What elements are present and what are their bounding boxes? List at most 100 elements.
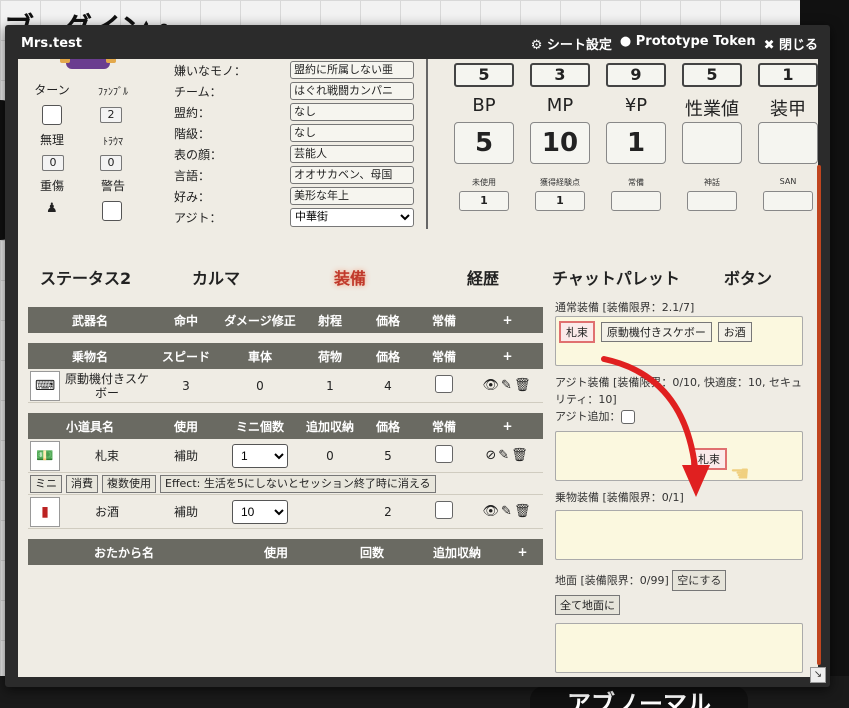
stat-big-box[interactable]: 5 xyxy=(454,122,514,164)
normal-item-skateboard[interactable]: 原動機付きスケボー xyxy=(600,322,712,342)
sheet-settings-button[interactable]: ⚙ シート設定 xyxy=(531,34,612,53)
ajito-equip-label: アジト装備 [装備限界：0/10, 快適度：10, セキュリティ：10] xyxy=(555,376,803,406)
row-actions[interactable]: ⊘✎🗑 xyxy=(472,448,543,463)
tab-buttons[interactable]: ボタン xyxy=(724,265,772,289)
sub-value[interactable]: 1 xyxy=(535,191,585,211)
stat-big-box[interactable]: 10 xyxy=(530,122,590,164)
gadget-standby-checkbox[interactable] xyxy=(435,501,453,519)
gadget-standby-checkbox[interactable] xyxy=(435,445,453,463)
character-sheet-window: Mrs.test ⚙ シート設定 ● Prototype Token ✖ 閉じる… xyxy=(5,25,830,687)
gadget-tag: 消費 xyxy=(66,474,98,493)
dragging-item[interactable]: 札束 xyxy=(691,448,727,470)
gadget-count-select[interactable]: 1 xyxy=(232,443,288,468)
sub-label: 神話 xyxy=(704,178,720,187)
trauma-value[interactable]: 0 xyxy=(100,155,122,171)
sub-label: 獲得経験点 xyxy=(540,178,580,187)
hidden-icon[interactable]: ⊘ xyxy=(485,448,498,463)
profile-value[interactable]: なし xyxy=(290,103,414,121)
resize-handle[interactable]: ↘ xyxy=(810,667,826,683)
person-icon: ♟ xyxy=(46,201,58,216)
gadget-price: 2 xyxy=(384,504,392,519)
keikoku-checkbox[interactable] xyxy=(102,201,122,221)
money-icon: 💵 xyxy=(30,440,60,471)
sub-value[interactable] xyxy=(763,191,813,211)
gadget-tag: ミニ xyxy=(30,474,62,493)
turn-checkbox[interactable] xyxy=(42,105,62,125)
vehicles-header: 乗物名 スピード 車体 荷物 価格 常備 + xyxy=(28,343,543,369)
sheet-content: ターン ﾌｧﾝﾌﾞﾙ 2 無理 ﾄﾗｳﾏ 0 0 重傷 警告 ♟ 嫌いなモノ： 盟… xyxy=(18,59,818,677)
row-actions[interactable]: 👁✎🗑 xyxy=(472,504,543,519)
trash-icon[interactable]: 🗑 xyxy=(514,504,533,519)
header-add-button[interactable]: + xyxy=(472,419,543,433)
stat-box[interactable]: 5 xyxy=(454,63,514,87)
profile-value[interactable]: 芸能人 xyxy=(290,145,414,163)
stat-big-box[interactable] xyxy=(682,122,742,164)
profile-value[interactable]: オオサカベン、母国 xyxy=(290,166,414,184)
header-add-button[interactable]: + xyxy=(502,545,543,559)
window-titlebar[interactable]: Mrs.test ⚙ シート設定 ● Prototype Token ✖ 閉じる xyxy=(5,25,830,61)
tab-history[interactable]: 経歴 xyxy=(467,265,499,289)
tab-karma[interactable]: カルマ xyxy=(192,265,240,289)
row-actions[interactable]: 👁✎🗑 xyxy=(472,378,543,393)
profile-key: 階級： xyxy=(174,126,211,141)
normal-equip-label: 通常装備 [装備限界：2.1/7] xyxy=(555,301,695,314)
header-add-button[interactable]: + xyxy=(472,313,543,327)
gadget-count-select[interactable]: 10 xyxy=(232,499,288,524)
sub-value[interactable] xyxy=(611,191,661,211)
close-button[interactable]: ✖ 閉じる xyxy=(764,34,818,53)
tab-status2[interactable]: ステータス2 xyxy=(40,265,131,289)
fumble-value[interactable]: 2 xyxy=(100,107,122,123)
edit-icon[interactable]: ✎ xyxy=(501,378,514,393)
vehicle-cargo: 1 xyxy=(326,378,334,393)
ground-drop[interactable] xyxy=(555,623,803,673)
ajito-add-label: アジト追加： xyxy=(555,410,621,423)
empty-button[interactable]: 空にする xyxy=(672,570,727,591)
stat-big-box[interactable]: 1 xyxy=(606,122,666,164)
ajito-equip-drop[interactable]: 札束 ☚ xyxy=(555,431,803,487)
edit-icon[interactable]: ✎ xyxy=(501,504,514,519)
status-panel: 5 BP 5 未使用 1 3 MP 10 獲得経験点 1 9 ¥P 1 常備 5 性業値 神話 1 装甲 SAN xyxy=(438,59,818,239)
background-badge: アブノーマル xyxy=(530,686,748,708)
stat-box[interactable]: 1 xyxy=(758,63,818,87)
vehicle-name: 原動機付きスケボー xyxy=(64,371,149,400)
profile-value[interactable]: なし xyxy=(290,124,414,142)
normal-item-sake[interactable]: お酒 xyxy=(717,322,752,342)
view-icon[interactable]: 👁 xyxy=(483,378,502,393)
view-icon[interactable]: 👁 xyxy=(483,504,502,519)
ajito-add-checkbox[interactable] xyxy=(620,410,635,424)
stat-box[interactable]: 5 xyxy=(682,63,742,87)
tab-equipment[interactable]: 装備 xyxy=(334,265,366,289)
header-cell: 常備 xyxy=(431,419,456,434)
normal-item-money[interactable]: 札束 xyxy=(559,321,595,343)
prototype-token-button[interactable]: ● Prototype Token xyxy=(620,34,756,53)
normal-equip-drop[interactable]: 札束 原動機付きスケボー お酒 xyxy=(555,316,803,366)
window-actions: ⚙ シート設定 ● Prototype Token ✖ 閉じる xyxy=(531,34,818,53)
gadget-price: 5 xyxy=(384,448,392,463)
profile-value[interactable]: はぐれ戦闘カンパニ xyxy=(290,82,414,100)
stat-big-box[interactable] xyxy=(758,122,818,164)
header-cell: 乗物名 xyxy=(71,349,108,364)
vehicle-equip-drop[interactable] xyxy=(555,510,803,560)
profile-row: チーム： はぐれ戦闘カンパニ xyxy=(174,82,414,100)
profile-value[interactable]: 盟約に所属しない亜 xyxy=(290,61,414,79)
vehicle-standby-checkbox[interactable] xyxy=(435,375,453,393)
ajito-select[interactable]: 中華街 xyxy=(290,207,414,227)
stat-box[interactable]: 9 xyxy=(606,63,666,87)
muri-value[interactable]: 0 xyxy=(42,155,64,171)
character-summary: ターン ﾌｧﾝﾌﾞﾙ 2 無理 ﾄﾗｳﾏ 0 0 重傷 警告 ♟ 嫌いなモノ： 盟… xyxy=(18,59,424,239)
profile-key: 表の顔： xyxy=(174,147,223,162)
sub-value[interactable]: 1 xyxy=(459,191,509,211)
scrollbar[interactable] xyxy=(817,165,821,665)
tab-chat-palette[interactable]: チャットパレット xyxy=(552,265,680,289)
vehicle-speed: 3 xyxy=(182,378,190,393)
profile-value[interactable]: 美形な年上 xyxy=(290,187,414,205)
stat-box[interactable]: 3 xyxy=(530,63,590,87)
all-to-ground-button[interactable]: 全て地面に xyxy=(555,595,620,615)
header-add-button[interactable]: + xyxy=(472,349,543,363)
sub-value[interactable] xyxy=(687,191,737,211)
fumble-label: ﾌｧﾝﾌﾞﾙ xyxy=(98,87,128,98)
edit-icon[interactable]: ✎ xyxy=(498,448,511,463)
trash-icon[interactable]: 🗑 xyxy=(511,448,530,463)
trash-icon[interactable]: 🗑 xyxy=(514,378,533,393)
gadget-use: 補助 xyxy=(173,505,198,519)
